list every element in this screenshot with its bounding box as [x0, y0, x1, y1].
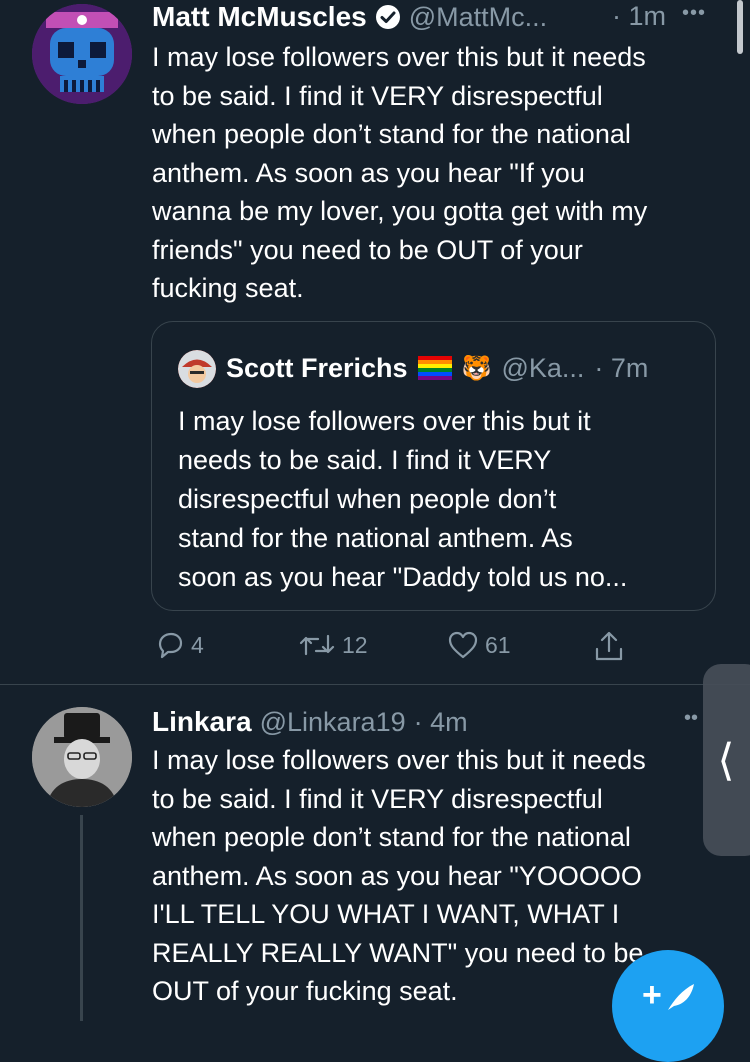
retweet-icon — [298, 630, 336, 660]
quote-text: I may lose followers over this but it ne… — [178, 406, 628, 592]
display-name[interactable]: Matt McMuscles — [152, 1, 367, 33]
avatar[interactable] — [32, 4, 132, 104]
quote-avatar — [178, 350, 216, 388]
compose-plus-icon: + — [642, 976, 662, 1014]
tweet[interactable]: Matt McMuscles @MattMc... · 1m ••• I may… — [0, 0, 750, 684]
rainbow-flag-icon — [417, 356, 452, 380]
thread-line — [80, 815, 83, 1021]
retweet-count: 12 — [342, 631, 368, 658]
avatar[interactable] — [32, 707, 132, 807]
verified-icon — [375, 4, 401, 30]
display-name[interactable]: Linkara — [152, 706, 252, 738]
share-button[interactable] — [593, 629, 625, 663]
timestamp[interactable]: · 4m — [414, 707, 468, 738]
heart-icon — [447, 630, 479, 660]
quote-handle: @Ka... — [501, 352, 585, 383]
tiger-face-icon: 🐯 — [461, 354, 492, 382]
timestamp[interactable]: · 1m — [612, 1, 666, 32]
side-panel-tab[interactable]: ⟨ — [703, 664, 750, 856]
share-icon — [593, 629, 625, 663]
tweet-text: I may lose followers over this but it ne… — [152, 42, 648, 303]
more-options-icon[interactable]: •• — [684, 707, 698, 730]
reply-count: 4 — [191, 631, 204, 658]
quote-timestamp: · 7m — [594, 352, 649, 383]
retweet-button[interactable]: 12 — [298, 630, 368, 660]
handle[interactable]: @MattMc... — [409, 2, 547, 33]
like-button[interactable]: 61 — [447, 630, 511, 660]
quote-display-name: Scott Frerichs — [226, 352, 408, 383]
reply-button[interactable]: 4 — [155, 630, 204, 660]
handle[interactable]: @Linkara19 — [260, 707, 406, 738]
quoted-tweet[interactable]: Scott Frerichs 🐯 @Ka... · 7m I may lose … — [151, 321, 716, 611]
more-options-icon[interactable]: ••• — [682, 2, 706, 25]
chevron-left-icon: ⟨ — [717, 735, 735, 785]
feather-icon — [664, 980, 698, 1019]
compose-tweet-button[interactable]: + — [612, 950, 724, 1062]
like-count: 61 — [485, 631, 511, 658]
reply-icon — [155, 630, 185, 660]
